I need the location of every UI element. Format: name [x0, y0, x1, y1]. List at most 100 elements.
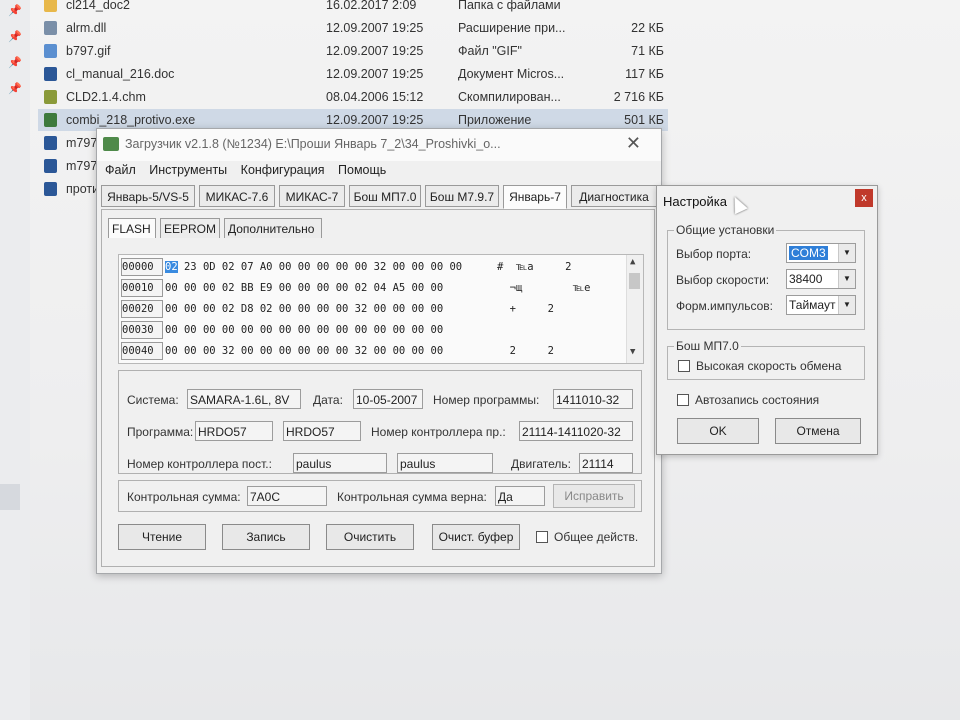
- speed-select[interactable]: 38400 ▼: [786, 269, 856, 289]
- checksum-ok-field[interactable]: Да: [495, 486, 545, 506]
- close-icon[interactable]: ✕: [626, 133, 641, 154]
- hex-row[interactable]: 00000 02 23 0D 02 07 A0 00 00 00 00 00 32…: [119, 257, 629, 277]
- scroll-thumb[interactable]: [629, 273, 640, 289]
- hex-byte-values[interactable]: 00 00 00 00 00 00 00 00 00 00 00 00 00 0…: [178, 324, 443, 336]
- hex-byte-values[interactable]: 23 0D 02 07 A0 00 00 00 00 00 32 00 00 0…: [178, 261, 462, 273]
- tab-flash[interactable]: FLASH: [108, 218, 156, 238]
- file-type: Документ Micros...: [458, 67, 565, 81]
- clear-buffer-button[interactable]: Очист. буфер: [432, 524, 520, 550]
- high-speed-label: Высокая скорость обмена: [696, 359, 842, 373]
- hex-editor[interactable]: 00000 02 23 0D 02 07 A0 00 00 00 00 00 32…: [118, 254, 644, 364]
- file-row[interactable]: alrm.dll 12.09.2007 19:25 Расширение при..…: [38, 17, 668, 39]
- menu-file[interactable]: Файл: [105, 163, 136, 177]
- chevron-down-icon[interactable]: ▼: [838, 270, 855, 288]
- tab-january-5[interactable]: Январь-5/VS-5: [101, 185, 195, 207]
- checksum-ok-label: Контрольная сумма верна:: [337, 490, 487, 504]
- hex-row[interactable]: 00040 00 00 00 32 00 00 00 00 00 00 32 00…: [119, 341, 629, 361]
- hex-byte-values[interactable]: 00 00 02 BB E9 00 00 00 00 02 04 A5 00 0…: [178, 282, 443, 294]
- tab-mikas-7[interactable]: МИКАС-7: [279, 185, 345, 207]
- common-action-checkbox[interactable]: [536, 531, 548, 543]
- tab-january-7[interactable]: Январь-7: [503, 185, 567, 209]
- hex-ascii: 2 2: [497, 362, 554, 363]
- hex-address: 00050: [121, 363, 163, 364]
- tab-mikas-7-6[interactable]: МИКАС-7.6: [199, 185, 275, 207]
- system-field[interactable]: SAMARA-1.6L, 8V: [187, 389, 301, 409]
- file-name: CLD2.1.4.chm: [66, 90, 146, 104]
- pulse-label: Форм.импульсов:: [676, 299, 774, 313]
- hex-row[interactable]: 00020 00 00 00 02 D8 02 00 00 00 00 32 00…: [119, 299, 629, 319]
- pin-icon[interactable]: 📌: [8, 82, 22, 95]
- nav-selection[interactable]: [0, 484, 20, 510]
- general-settings-title: Общие установки: [674, 223, 777, 237]
- hex-address: 00040: [121, 342, 163, 360]
- hex-bytes[interactable]: 00 00 00 00 00 00 00 00 00 00 00 00 00 0…: [165, 320, 443, 340]
- controller-number-post-field-2[interactable]: paulus: [397, 453, 493, 473]
- hex-byte[interactable]: 00: [165, 282, 178, 294]
- hex-bytes[interactable]: 00 00 00 32 00 00 00 00 00 00 32 00 00 0…: [165, 362, 443, 363]
- file-row[interactable]: b797.gif 12.09.2007 19:25 Файл "GIF" 71 КБ: [38, 40, 668, 62]
- tab-additional[interactable]: Дополнительно: [224, 218, 322, 238]
- controller-number-pr-field[interactable]: 21114-1411020-32: [519, 421, 633, 441]
- common-action-label: Общее действ.: [554, 530, 639, 544]
- pulse-select[interactable]: Таймаут ▼: [786, 295, 856, 315]
- scroll-up-icon[interactable]: ▲: [630, 257, 635, 267]
- pin-icon[interactable]: 📌: [8, 56, 22, 69]
- hex-row[interactable]: 0005000 00 00 32 00 00 00 00 00 00 32 00…: [119, 362, 629, 364]
- file-row[interactable]: cl_manual_216.doc 12.09.2007 19:25 Докумен…: [38, 63, 668, 85]
- pin-icon[interactable]: 📌: [8, 30, 22, 43]
- app-icon: [103, 137, 119, 151]
- program-number-field[interactable]: 1411010-32: [553, 389, 633, 409]
- tab-diagnostics[interactable]: Диагностика: [571, 185, 657, 207]
- date-field[interactable]: 10-05-2007: [353, 389, 423, 409]
- pulse-value: Таймаут: [789, 298, 836, 312]
- menu-config[interactable]: Конфигурация: [241, 163, 325, 177]
- controller-number-post-field-1[interactable]: paulus: [293, 453, 387, 473]
- program-field-2[interactable]: HRDO57: [283, 421, 361, 441]
- menu-help[interactable]: Помощь: [338, 163, 386, 177]
- hex-byte[interactable]: 00: [165, 303, 178, 315]
- hex-byte[interactable]: 00: [165, 324, 178, 336]
- chevron-down-icon[interactable]: ▼: [838, 244, 855, 262]
- hex-bytes[interactable]: 00 00 00 02 BB E9 00 00 00 00 02 04 A5 0…: [165, 278, 443, 298]
- hex-byte-values[interactable]: 00 00 02 D8 02 00 00 00 00 32 00 00 00 0…: [178, 303, 443, 315]
- hex-bytes[interactable]: 02 23 0D 02 07 A0 00 00 00 00 00 32 00 0…: [165, 257, 462, 277]
- engine-field[interactable]: 21114: [579, 453, 633, 473]
- cancel-button[interactable]: Отмена: [775, 418, 861, 444]
- title-bar[interactable]: Загрузчик v2.1.8 (№1234) E:\Проши Январь…: [97, 129, 661, 161]
- hex-scrollbar[interactable]: ▲ ▼: [626, 255, 643, 363]
- chevron-down-icon[interactable]: ▼: [838, 296, 855, 314]
- pin-icon[interactable]: 📌: [8, 4, 22, 17]
- bosch-group-title: Бош МП7.0: [674, 339, 741, 353]
- tab-bosch-m797[interactable]: Бош M7.9.7: [425, 185, 499, 207]
- file-type: Расширение при...: [458, 21, 566, 35]
- checksum-label: Контрольная сумма:: [127, 490, 241, 504]
- autosave-checkbox[interactable]: [677, 394, 689, 406]
- ok-button[interactable]: OK: [677, 418, 759, 444]
- menu-tools[interactable]: Инструменты: [149, 163, 227, 177]
- hex-row[interactable]: 00010 00 00 00 02 BB E9 00 00 00 00 02 04…: [119, 278, 629, 298]
- hex-row[interactable]: 00030 00 00 00 00 00 00 00 00 00 00 00 00…: [119, 320, 629, 340]
- tab-bosch-mp7[interactable]: Бош МП7.0: [349, 185, 421, 207]
- clear-button[interactable]: Очистить: [326, 524, 414, 550]
- write-button[interactable]: Запись: [222, 524, 310, 550]
- program-field-1[interactable]: HRDO57: [195, 421, 273, 441]
- image-icon: [44, 44, 57, 58]
- hex-address: 00000: [121, 258, 163, 276]
- fix-checksum-button[interactable]: Исправить: [553, 484, 635, 508]
- port-select[interactable]: COM3 ▼: [786, 243, 856, 263]
- file-type: Файл "GIF": [458, 44, 522, 58]
- file-date: 16.02.2017 2:09: [326, 0, 417, 12]
- checksum-field[interactable]: 7A0C: [247, 486, 327, 506]
- hex-byte[interactable]: 02: [165, 261, 178, 273]
- high-speed-checkbox[interactable]: [678, 360, 690, 372]
- hex-byte[interactable]: 00: [165, 345, 178, 357]
- tab-eeprom[interactable]: EEPROM: [160, 218, 220, 238]
- close-icon[interactable]: x: [855, 189, 873, 207]
- hex-bytes[interactable]: 00 00 00 02 D8 02 00 00 00 00 32 00 00 0…: [165, 299, 443, 319]
- read-button[interactable]: Чтение: [118, 524, 206, 550]
- scroll-down-icon[interactable]: ▼: [630, 347, 635, 357]
- hex-bytes[interactable]: 00 00 00 32 00 00 00 00 00 00 32 00 00 0…: [165, 341, 443, 361]
- hex-byte-values[interactable]: 00 00 32 00 00 00 00 00 00 32 00 00 00 0…: [178, 345, 443, 357]
- file-row[interactable]: CLD2.1.4.chm 08.04.2006 15:12 Скомпилирова…: [38, 86, 668, 108]
- file-row[interactable]: cl214_doc2 16.02.2017 2:09 Папка с файлами: [38, 0, 668, 16]
